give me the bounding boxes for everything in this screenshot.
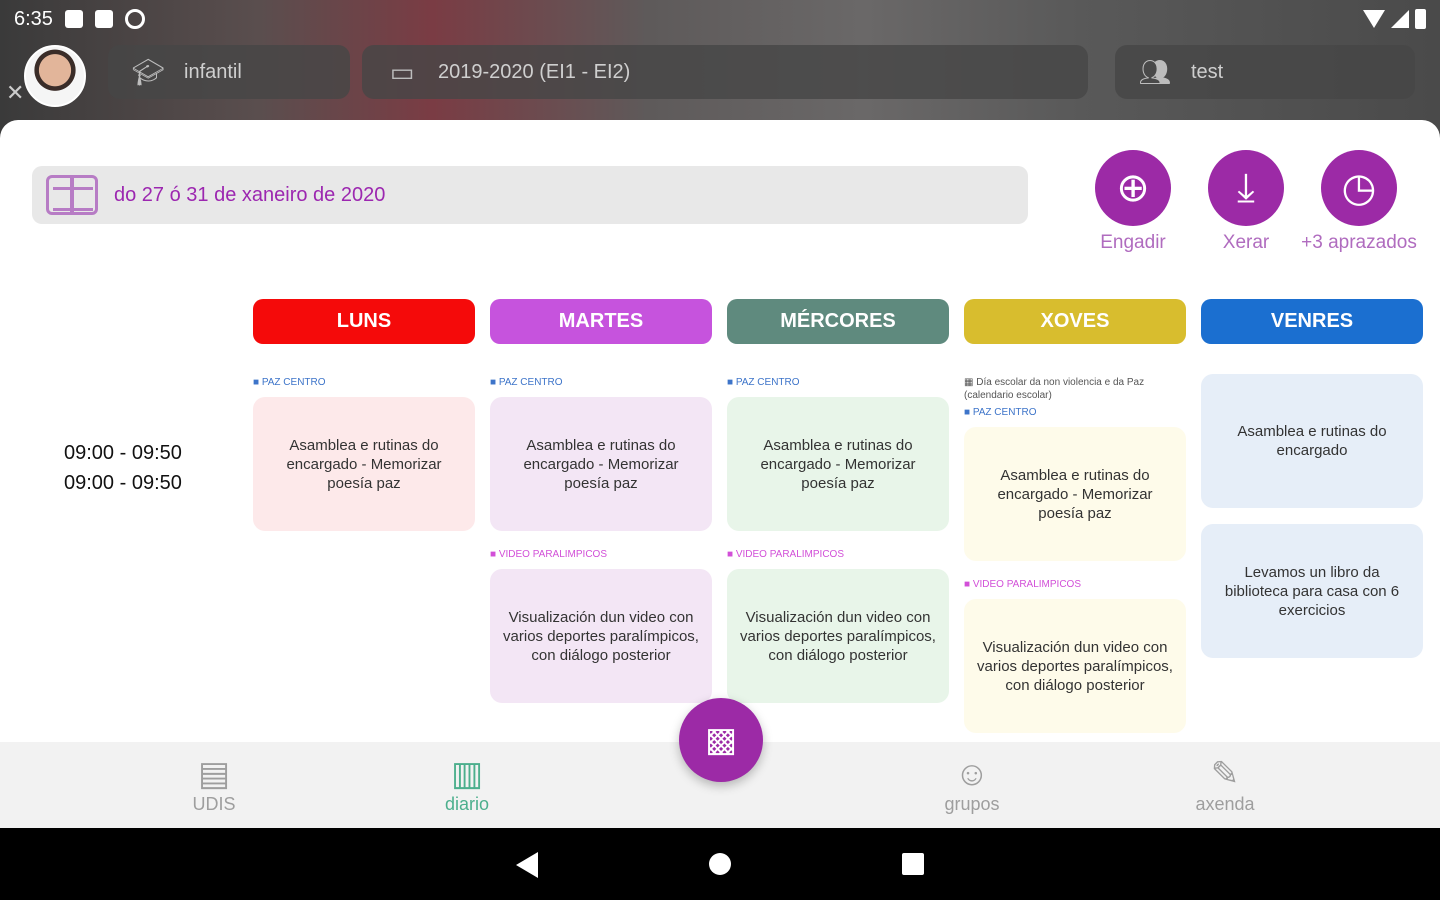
day-label: XOVES (1040, 310, 1110, 332)
qr-scan-button[interactable]: ▩ (679, 698, 763, 782)
edit-icon: ✎ (1210, 755, 1240, 793)
plus-circle-icon: ⊕ (1095, 150, 1171, 226)
qr-code-icon: ▩ (704, 721, 738, 759)
wifi-icon (1363, 10, 1385, 28)
download-icon: ⤓ (1208, 150, 1284, 226)
add-label: Engadir (1100, 232, 1166, 253)
battery-icon (1415, 9, 1426, 29)
generate-label: Xerar (1222, 232, 1270, 253)
entry-tag: ■ PAZ CENTRO (964, 407, 1037, 418)
entry-tag: ■ PAZ CENTRO (253, 377, 326, 388)
stage-label: infantil (184, 60, 242, 83)
card-text: Visualización dun video con varios depor… (503, 608, 699, 664)
entry-tag: ■ PAZ CENTRO (490, 377, 563, 388)
nav-item-grupos[interactable]: ☺ grupos (902, 754, 1042, 815)
recent-apps-icon[interactable] (902, 853, 924, 875)
time-slot: 09:00 - 09:50 09:00 - 09:50 (64, 438, 182, 498)
calendar-note-text: Día escolar da non violencia e da Paz (c… (964, 377, 1145, 401)
home-icon[interactable] (709, 853, 731, 875)
sd-card-icon (94, 10, 113, 28)
card-text: Asamblea e rutinas do encargado - Memori… (286, 436, 442, 492)
schedule-card[interactable]: Levamos un libro da biblioteca para casa… (1201, 524, 1423, 658)
card-text: Asamblea e rutinas do encargado (1237, 423, 1387, 459)
users-icon: ☺ (954, 755, 990, 793)
day-label: VENRES (1270, 310, 1354, 332)
time-slot-line: 09:00 - 09:50 (64, 472, 182, 494)
schedule-card[interactable]: Asamblea e rutinas do encargado (1201, 374, 1423, 508)
course-selector[interactable]: ▭ 2019-2020 (EI1 - EI2) (362, 45, 1088, 99)
sync-icon (124, 9, 145, 29)
book-icon (46, 175, 98, 215)
nav-item-diario[interactable]: ▥ diario (397, 754, 537, 815)
time-slot-line: 09:00 - 09:50 (64, 442, 182, 464)
schedule-card[interactable]: Asamblea e rutinas do encargado - Memori… (253, 397, 475, 531)
clock-arrow-icon: ◷ (1321, 150, 1397, 226)
schedule-card[interactable]: Asamblea e rutinas do encargado - Memori… (490, 397, 712, 531)
nav-label: grupos (944, 794, 1000, 814)
card-text: Asamblea e rutinas do encargado - Memori… (523, 436, 679, 492)
status-bar: 6:35 (0, 0, 1440, 38)
day-header-martes[interactable]: MARTES (490, 299, 712, 344)
day-header-mercores[interactable]: MÉRCORES (727, 299, 949, 344)
folder-icon: ▭ (389, 56, 415, 87)
entry-tag: ■ VIDEO PARALIMPICOS (490, 549, 607, 560)
postponed-label: +3 aprazados (1301, 232, 1417, 253)
card-text: Asamblea e rutinas do encargado - Memori… (760, 436, 916, 492)
calendar-note: ▦ Día escolar da non violencia e da Paz … (964, 376, 1186, 402)
app-root: 6:35 ✕ 🎓︎ infantil ▭ 2019-2020 (EI1 - EI… (0, 0, 1440, 900)
card-text: Asamblea e rutinas do encargado - Memori… (997, 466, 1153, 522)
avatar[interactable] (24, 45, 86, 107)
generate-button[interactable]: ⤓ Xerar (1186, 150, 1306, 254)
week-selector[interactable]: do 27 ó 31 de xaneiro de 2020 (32, 166, 1028, 224)
document-icon: ▤ (197, 755, 231, 793)
schedule-card[interactable]: Visualización dun video con varios depor… (964, 599, 1186, 733)
book-icon: ▥ (450, 755, 484, 793)
card-text: Visualización dun video con varios depor… (977, 638, 1173, 694)
schedule-card[interactable]: Asamblea e rutinas do encargado - Memori… (964, 427, 1186, 561)
postponed-button[interactable]: ◷ +3 aprazados (1299, 150, 1419, 254)
schedule-card[interactable]: Visualización dun video con varios depor… (490, 569, 712, 703)
schedule-card[interactable]: Asamblea e rutinas do encargado - Memori… (727, 397, 949, 531)
day-label: LUNS (336, 310, 392, 332)
main-panel: do 27 ó 31 de xaneiro de 2020 ⊕ Engadir … (0, 120, 1440, 742)
tools-icon[interactable]: ✕ (6, 80, 24, 106)
week-label: do 27 ó 31 de xaneiro de 2020 (114, 183, 386, 206)
group-label: test (1191, 60, 1224, 83)
nav-item-axenda[interactable]: ✎ axenda (1155, 754, 1295, 815)
nav-label: UDIS (192, 794, 236, 814)
signal-icon (1391, 10, 1409, 28)
card-text: Levamos un libro da biblioteca para casa… (1224, 563, 1400, 619)
group-selector[interactable]: 👥︎ test (1115, 45, 1415, 99)
nav-label: diario (444, 794, 490, 814)
course-label: 2019-2020 (EI1 - EI2) (438, 60, 631, 83)
stage-selector[interactable]: 🎓︎ infantil (108, 45, 350, 99)
day-header-luns[interactable]: LUNS (253, 299, 475, 344)
schedule-card[interactable]: Visualización dun video con varios depor… (727, 569, 949, 703)
entry-tag: ■ PAZ CENTRO (727, 377, 800, 388)
day-header-venres[interactable]: VENRES (1201, 299, 1423, 344)
day-header-xoves[interactable]: XOVES (964, 299, 1186, 344)
card-text: Visualización dun video con varios depor… (740, 608, 936, 664)
notification-icon (64, 10, 83, 28)
nav-item-udis[interactable]: ▤ UDIS (144, 754, 284, 815)
entry-tag: ■ VIDEO PARALIMPICOS (727, 549, 844, 560)
status-time: 6:35 (14, 7, 53, 30)
day-label: MÉRCORES (780, 310, 896, 332)
day-label: MARTES (558, 310, 644, 332)
users-icon: 👥︎ (1138, 56, 1172, 87)
back-icon[interactable] (516, 852, 538, 878)
graduation-cap-icon: 🎓︎ (131, 56, 165, 87)
add-button[interactable]: ⊕ Engadir (1073, 150, 1193, 254)
calendar-icon: ▦ (964, 377, 977, 388)
nav-label: axenda (1195, 794, 1255, 814)
entry-tag: ■ VIDEO PARALIMPICOS (964, 579, 1081, 590)
